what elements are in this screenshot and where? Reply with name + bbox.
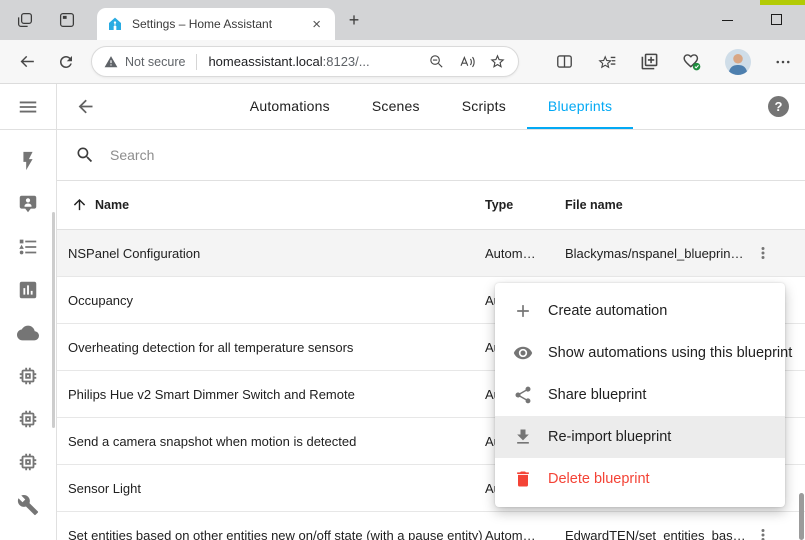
table-header: Name Type File name xyxy=(57,181,805,230)
collections-icon[interactable] xyxy=(640,52,659,71)
row-overflow-menu-icon[interactable] xyxy=(754,244,772,262)
row-name: Occupancy xyxy=(68,293,133,308)
search-input[interactable] xyxy=(110,147,510,163)
column-header-type[interactable]: Type xyxy=(485,198,513,212)
menu-item-label: Delete blueprint xyxy=(548,471,650,487)
menu-item-create-automation[interactable]: Create automation xyxy=(495,290,785,332)
badge-account-icon[interactable] xyxy=(17,193,39,215)
row-name: Overheating detection for all temperatur… xyxy=(68,340,353,355)
row-file: EdwardTEN/set_entities_bas… xyxy=(565,528,746,540)
home-assistant-favicon xyxy=(107,16,123,32)
row-name: NSPanel Configuration xyxy=(68,246,200,261)
table-row[interactable]: NSPanel Configuration Autom… Blackymas/n… xyxy=(57,230,805,277)
ellipsis-icon[interactable] xyxy=(774,53,792,71)
ha-header: Automations Scenes Scripts Blueprints ? xyxy=(57,84,805,130)
column-header-file[interactable]: File name xyxy=(565,198,623,212)
address-divider xyxy=(196,54,197,70)
back-button[interactable] xyxy=(18,52,37,71)
row-name: Send a camera snapshot when motion is de… xyxy=(68,434,356,449)
ha-main: Automations Scenes Scripts Blueprints ? xyxy=(57,84,805,540)
zoom-out-icon[interactable] xyxy=(428,53,445,70)
refresh-button[interactable] xyxy=(57,53,75,71)
table-row[interactable]: Set entities based on other entities new… xyxy=(57,512,805,540)
address-bar[interactable]: Not secure homeassistant.local :8123/... xyxy=(91,46,519,77)
tab-scripts[interactable]: Scripts xyxy=(441,84,527,129)
row-name: Sensor Light xyxy=(68,481,141,496)
tab-scenes[interactable]: Scenes xyxy=(351,84,441,129)
tab-title: Settings – Home Assistant xyxy=(132,17,308,31)
vertical-tabs-icon[interactable] xyxy=(58,11,76,29)
row-name: Philips Hue v2 Smart Dimmer Switch and R… xyxy=(68,387,355,402)
bulleted-list-icon[interactable] xyxy=(17,236,39,258)
tab-close-icon[interactable]: × xyxy=(308,16,325,33)
page-scrollbar-thumb[interactable] xyxy=(799,493,804,540)
sidebar-menu-button[interactable] xyxy=(0,84,56,130)
not-secure-icon xyxy=(104,55,118,69)
hamburger-icon xyxy=(17,96,39,118)
add-favorite-star-icon[interactable] xyxy=(489,53,506,70)
help-button[interactable]: ? xyxy=(768,96,789,117)
sidebar-scrollbar-thumb[interactable] xyxy=(52,212,55,428)
chip-icon-2[interactable] xyxy=(17,408,39,430)
favorites-icon[interactable] xyxy=(597,52,617,72)
trash-icon xyxy=(513,469,533,489)
sort-arrow-up-icon[interactable] xyxy=(71,196,88,213)
bar-chart-box-icon[interactable] xyxy=(17,279,39,301)
browser-titlebar: Settings – Home Assistant × + xyxy=(0,0,805,40)
eye-icon xyxy=(513,343,533,363)
menu-item-label: Create automation xyxy=(548,303,667,319)
new-tab-button[interactable]: + xyxy=(341,8,367,34)
wrench-icon[interactable] xyxy=(17,494,39,516)
browser-toolbar: Not secure homeassistant.local :8123/... xyxy=(0,40,805,84)
row-overflow-menu-icon[interactable] xyxy=(754,526,772,540)
url-path: :8123/... xyxy=(323,54,370,69)
read-aloud-icon[interactable] xyxy=(458,53,476,71)
menu-item-label: Re-import blueprint xyxy=(548,429,671,445)
window-maximize-button[interactable] xyxy=(771,14,782,25)
ha-sidebar xyxy=(0,84,57,540)
plus-icon xyxy=(513,301,533,321)
security-label: Not secure xyxy=(125,55,185,69)
menu-item-reimport-blueprint[interactable]: Re-import blueprint xyxy=(495,416,785,458)
row-type: Autom… xyxy=(485,246,536,261)
tab-actions-icon[interactable] xyxy=(16,11,34,29)
menu-item-delete-blueprint[interactable]: Delete blueprint xyxy=(495,458,785,500)
menu-item-label: Share blueprint xyxy=(548,387,646,403)
tab-blueprints[interactable]: Blueprints xyxy=(527,84,633,129)
search-row xyxy=(57,130,805,181)
ha-back-arrow-icon[interactable] xyxy=(75,96,96,117)
menu-item-share-blueprint[interactable]: Share blueprint xyxy=(495,374,785,416)
url-host: homeassistant.local xyxy=(208,54,322,69)
blueprint-context-menu: Create automation Show automations using… xyxy=(495,283,785,507)
row-name: Set entities based on other entities new… xyxy=(68,528,483,540)
menu-item-show-automations[interactable]: Show automations using this blueprint xyxy=(495,332,785,374)
split-screen-icon[interactable] xyxy=(555,52,574,71)
ha-tab-bar: Automations Scenes Scripts Blueprints xyxy=(229,84,633,129)
row-type: Autom… xyxy=(485,528,536,540)
tab-automations[interactable]: Automations xyxy=(229,84,351,129)
column-header-name[interactable]: Name xyxy=(95,198,129,212)
download-icon xyxy=(513,427,533,447)
home-assistant-page: Automations Scenes Scripts Blueprints ? xyxy=(0,84,805,540)
share-icon xyxy=(513,385,533,405)
cloud-icon[interactable] xyxy=(17,322,39,344)
browser-tab[interactable]: Settings – Home Assistant × xyxy=(97,8,335,40)
row-file: Blackymas/nspanel_blueprin… xyxy=(565,246,743,261)
profile-avatar[interactable] xyxy=(725,49,751,75)
window-minimize-button[interactable] xyxy=(722,20,733,21)
chip-icon-1[interactable] xyxy=(17,365,39,387)
browser-window: Settings – Home Assistant × + Not secu xyxy=(0,0,805,540)
menu-item-label: Show automations using this blueprint xyxy=(548,345,792,361)
lightning-bolt-icon[interactable] xyxy=(17,150,39,172)
chip-icon-3[interactable] xyxy=(17,451,39,473)
screen-corner-strip xyxy=(760,0,805,5)
search-icon xyxy=(75,145,95,165)
browser-essentials-icon[interactable] xyxy=(682,52,702,72)
